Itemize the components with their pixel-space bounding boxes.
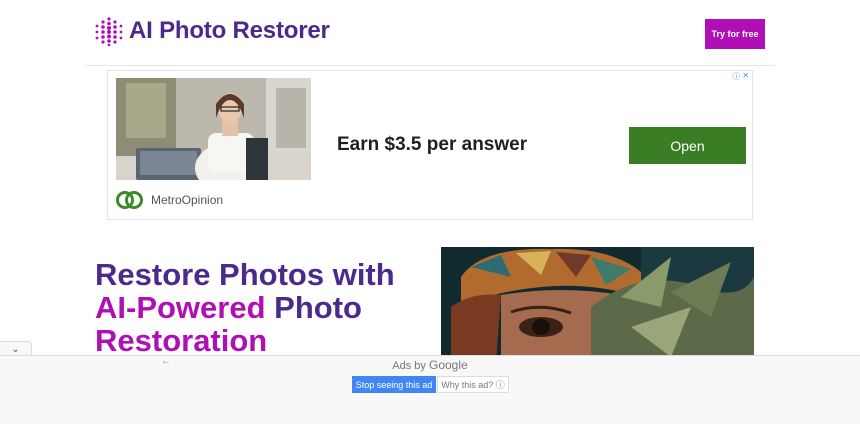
hero-title-accent1: AI-Powered <box>95 290 266 325</box>
metroopinion-logo-icon <box>116 191 143 209</box>
google-label: Google <box>429 358 468 372</box>
ad-open-button[interactable]: Open <box>629 127 746 164</box>
chevron-down-icon: ⌄ <box>11 343 20 355</box>
restored-portrait-photo <box>441 247 754 362</box>
woman-laptop-photo <box>116 78 311 180</box>
info-icon[interactable]: ⓘ <box>732 71 740 82</box>
logo-text: AI Photo Restorer <box>129 17 330 44</box>
ad-choices[interactable]: ⓘ ✕ <box>732 71 749 82</box>
ads-by-google: Ads by Google <box>0 358 860 372</box>
hero-image <box>441 247 754 362</box>
hero-title-part1: Restore Photos with <box>95 257 395 292</box>
stop-seeing-ad-button[interactable]: Stop seeing this ad <box>352 376 436 393</box>
hero-title-part2: Photo <box>265 290 362 325</box>
advertiser-name: MetroOpinion <box>151 193 224 207</box>
ads-by-label: Ads by <box>392 360 426 372</box>
ad-image[interactable] <box>116 78 311 180</box>
display-ad[interactable]: ⓘ ✕ Earn $3.5 per answer Open MetroOpini… <box>107 70 753 220</box>
site-header: AI Photo Restorer Try for free <box>86 0 775 66</box>
hero-title-accent2: Restoration <box>95 323 268 358</box>
close-icon[interactable]: ✕ <box>742 71 749 82</box>
collapse-anchor-tab[interactable]: ⌄ <box>0 341 32 356</box>
site-logo[interactable]: AI Photo Restorer <box>94 16 330 46</box>
try-for-free-button[interactable]: Try for free <box>705 19 765 49</box>
why-this-ad-button[interactable]: Why this ad? ⓘ <box>437 376 509 393</box>
ad-advertiser[interactable]: MetroOpinion <box>116 189 223 211</box>
ad-headline[interactable]: Earn $3.5 per answer <box>337 134 527 156</box>
hero-title: Restore Photos with AI-Powered Photo Res… <box>95 258 425 357</box>
dots-logo-icon <box>95 17 123 46</box>
